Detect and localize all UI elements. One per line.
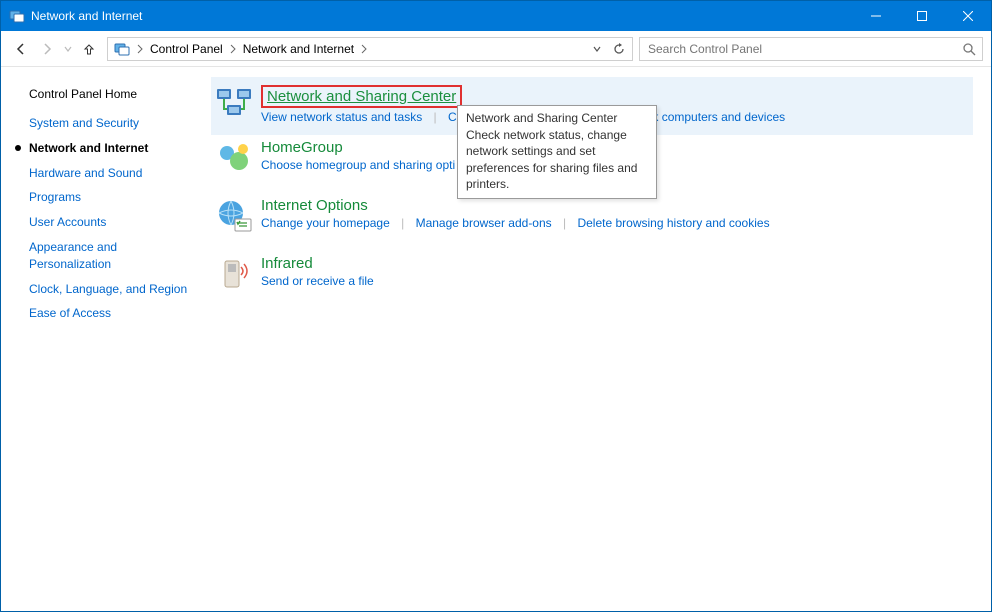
toolbar: Control Panel Network and Internet <box>1 31 991 67</box>
category-title-infrared[interactable]: Infrared <box>261 255 313 272</box>
minimize-button[interactable] <box>853 1 899 31</box>
forward-button[interactable] <box>35 37 59 61</box>
search-input[interactable] <box>646 41 962 57</box>
search-icon[interactable] <box>962 42 976 56</box>
close-button[interactable] <box>945 1 991 31</box>
sidebar-item-clock-language-region[interactable]: Clock, Language, and Region <box>29 281 211 298</box>
sidebar-item-user-accounts[interactable]: User Accounts <box>29 214 211 231</box>
recent-locations-button[interactable] <box>61 37 75 61</box>
sidebar: Control Panel Home System and Security N… <box>1 67 211 611</box>
link-choose-homegroup[interactable]: Choose homegroup and sharing opti <box>261 158 455 172</box>
link-view-status-tasks[interactable]: View network status and tasks <box>261 110 422 124</box>
category-infrared: Infrared Send or receive a file <box>211 251 973 309</box>
chevron-right-icon[interactable] <box>227 44 239 54</box>
body: Control Panel Home System and Security N… <box>1 67 991 611</box>
content: Network and Sharing Center View network … <box>211 67 991 611</box>
tooltip-title: Network and Sharing Center <box>466 110 648 126</box>
category-title-network-sharing[interactable]: Network and Sharing Center <box>261 85 462 108</box>
title-bar: Network and Internet <box>1 1 991 31</box>
tooltip-body: Check network status, change network set… <box>466 127 648 192</box>
sidebar-item-system-security[interactable]: System and Security <box>29 115 211 132</box>
sidebar-item-hardware-sound[interactable]: Hardware and Sound <box>29 165 211 182</box>
link-manage-addons[interactable]: Manage browser add-ons <box>416 216 552 230</box>
back-button[interactable] <box>9 37 33 61</box>
category-title-homegroup[interactable]: HomeGroup <box>261 139 343 156</box>
sidebar-item-appearance[interactable]: Appearance and Personalization <box>29 239 169 273</box>
address-history-button[interactable] <box>586 38 608 60</box>
sidebar-item-ease-of-access[interactable]: Ease of Access <box>29 305 211 322</box>
category-internet-options: Internet Options Change your homepage | … <box>211 193 973 251</box>
control-panel-home-link[interactable]: Control Panel Home <box>29 87 211 101</box>
link-send-receive-file[interactable]: Send or receive a file <box>261 274 374 288</box>
maximize-button[interactable] <box>899 1 945 31</box>
breadcrumb-root[interactable]: Control Panel <box>146 38 227 60</box>
category-title-internet-options[interactable]: Internet Options <box>261 197 368 214</box>
sidebar-item-programs[interactable]: Programs <box>29 189 211 206</box>
refresh-button[interactable] <box>608 38 630 60</box>
address-bar[interactable]: Control Panel Network and Internet <box>107 37 633 61</box>
tooltip: Network and Sharing Center Check network… <box>457 105 657 199</box>
chevron-right-icon[interactable] <box>134 44 146 54</box>
homegroup-icon <box>213 139 257 183</box>
chevron-right-icon[interactable] <box>358 44 370 54</box>
internet-options-icon <box>213 197 257 241</box>
window: Network and Internet <box>0 0 992 612</box>
up-button[interactable] <box>77 37 101 61</box>
search-box[interactable] <box>639 37 983 61</box>
address-icon <box>110 38 134 60</box>
sidebar-item-network-internet[interactable]: Network and Internet <box>29 140 211 157</box>
app-icon <box>9 8 25 24</box>
breadcrumb-current[interactable]: Network and Internet <box>239 38 358 60</box>
network-sharing-center-icon <box>213 85 257 129</box>
window-title: Network and Internet <box>31 9 142 23</box>
link-change-homepage[interactable]: Change your homepage <box>261 216 390 230</box>
link-delete-history-cookies[interactable]: Delete browsing history and cookies <box>577 216 769 230</box>
infrared-icon <box>213 255 257 299</box>
